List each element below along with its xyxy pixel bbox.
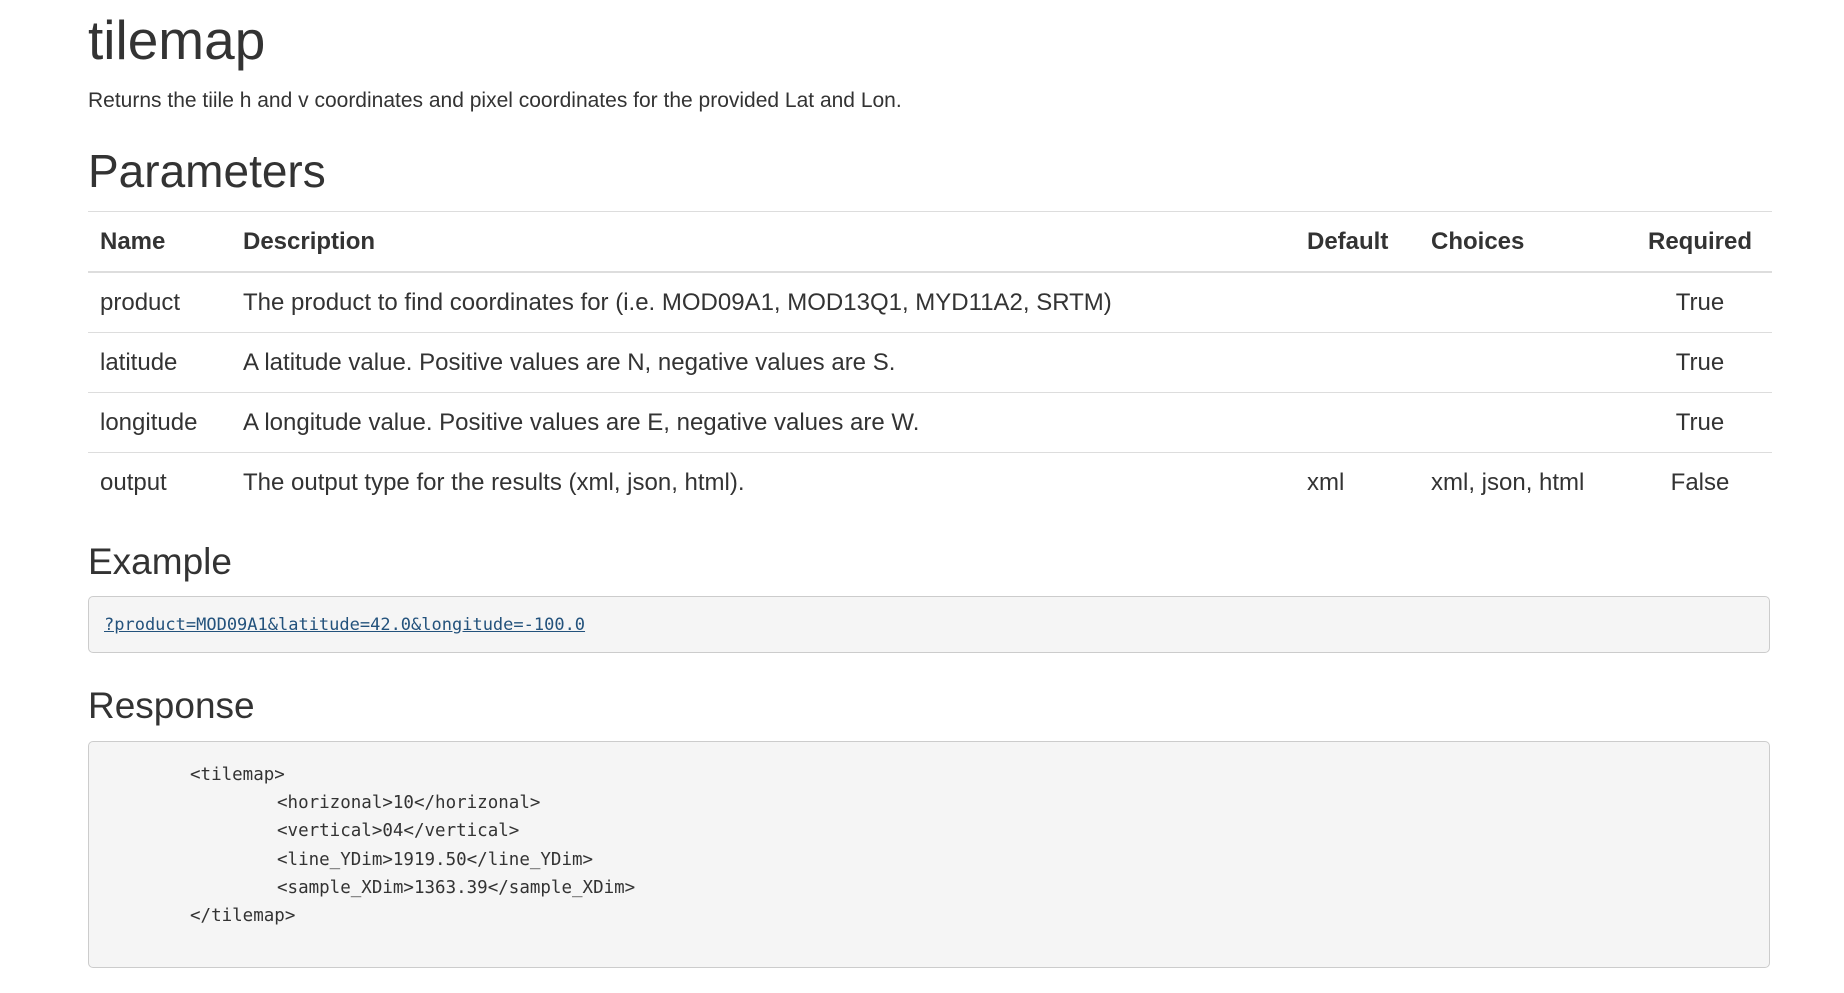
column-header-default: Default <box>1295 211 1419 273</box>
parameters-table: Name Description Default Choices Require… <box>88 211 1772 512</box>
example-request-link[interactable]: ?product=MOD09A1&latitude=42.0&longitude… <box>104 615 585 635</box>
code-line: <sample_XDim>1363.39</sample_XDim> <box>277 877 636 898</box>
param-required: False <box>1670 468 1730 496</box>
table-row: latitude A latitude value. Positive valu… <box>88 332 1772 393</box>
param-default <box>1295 272 1419 333</box>
param-required: True <box>1628 392 1772 453</box>
param-default <box>1295 392 1419 453</box>
table-row: product The product to find coordinates … <box>88 272 1772 333</box>
param-choices <box>1419 392 1628 453</box>
param-default <box>1295 332 1419 393</box>
param-choices <box>1419 332 1628 393</box>
param-choices <box>1419 272 1628 333</box>
example-heading: Example <box>88 541 232 582</box>
table-header-row: Name Description Default Choices Require… <box>88 211 1772 273</box>
column-header-name: Name <box>88 211 231 273</box>
param-name: latitude <box>88 332 231 393</box>
page-description: Returns the tiile h and v coordinates an… <box>88 89 902 112</box>
param-name: output <box>100 468 167 496</box>
example-code-block: ?product=MOD09A1&latitude=42.0&longitude… <box>88 596 1770 653</box>
code-line: <horizonal>10</horizonal> <box>277 793 541 814</box>
param-required: True <box>1628 332 1772 393</box>
param-description: A latitude value. Positive values are N,… <box>231 332 1295 393</box>
column-header-choices: Choices <box>1419 211 1628 273</box>
param-name: product <box>88 272 231 333</box>
param-name: longitude <box>88 392 231 453</box>
param-required: True <box>1628 272 1772 333</box>
response-code-block: <tilemap> <horizonal>10</horizonal> <ver… <box>88 741 1770 968</box>
page-title: tilemap <box>88 9 266 71</box>
code-line: <tilemap> <box>190 765 285 785</box>
param-default: xml <box>1307 468 1345 496</box>
code-line: <line_YDim>1919.50</line_YDim> <box>277 849 594 870</box>
column-header-required: Required <box>1628 211 1772 273</box>
param-description: The output type for the results (xml, js… <box>243 468 745 496</box>
table-row: output The output type for the results (… <box>88 453 1772 513</box>
code-line: <vertical>04</vertical> <box>277 821 520 842</box>
param-choices: xml, json, html <box>1431 468 1585 496</box>
parameters-heading: Parameters <box>88 145 326 197</box>
response-heading: Response <box>88 685 255 726</box>
code-line: </tilemap> <box>190 905 296 926</box>
column-header-description: Description <box>231 211 1295 273</box>
table-row: longitude A longitude value. Positive va… <box>88 392 1772 453</box>
param-description: A longitude value. Positive values are E… <box>231 392 1295 453</box>
param-description: The product to find coordinates for (i.e… <box>231 272 1295 333</box>
